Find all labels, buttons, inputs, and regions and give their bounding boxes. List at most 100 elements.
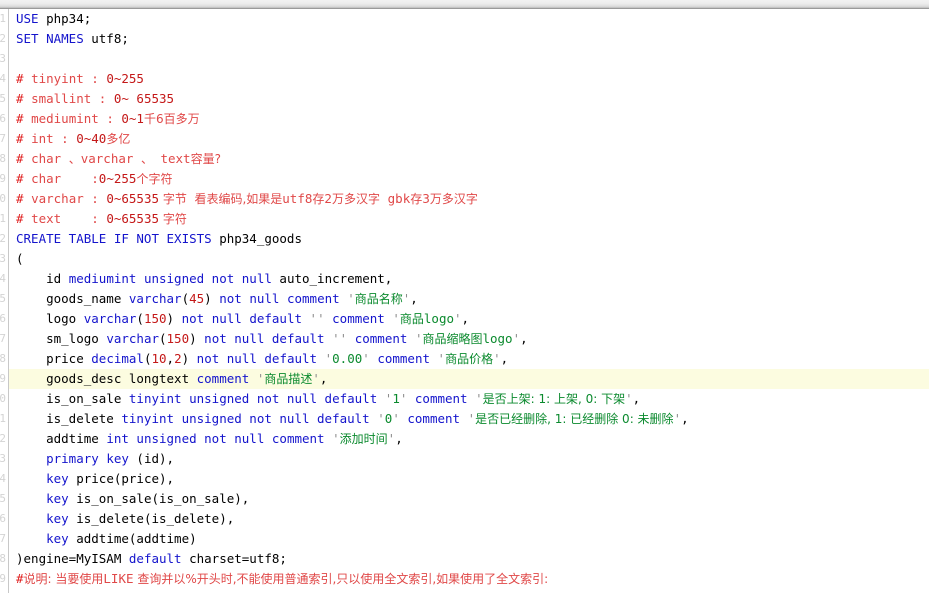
token-kw: comment: [407, 411, 461, 426]
code-line[interactable]: id mediumint unsigned not null auto_incr…: [0, 269, 929, 289]
code-line[interactable]: is_on_sale tinyint unsigned not null def…: [0, 389, 929, 409]
code-line[interactable]: key price(price),: [0, 469, 929, 489]
token-plain: php34_goods: [121, 591, 219, 593]
code-line[interactable]: goods_name varchar(45) not null comment …: [0, 289, 929, 309]
code-line[interactable]: # varchar : 0~65535 字节 看表编码,如果是utf8存2万多汉…: [0, 189, 929, 209]
code-line[interactable]: goods_desc longtext comment '商品描述',: [0, 369, 929, 389]
token-hash: #: [16, 571, 24, 586]
code-line[interactable]: CREATE TABLE IF NOT EXISTS php34_goods: [0, 229, 929, 249]
token-kw: USE: [16, 11, 39, 26]
token-cn: 个字符: [136, 172, 173, 186]
code-line[interactable]: # text : 0~65535 字符: [0, 209, 929, 229]
token-strcn: 商品描述: [264, 372, 313, 386]
code-line[interactable]: logo varchar(150) not null default '' co…: [0, 309, 929, 329]
line-number: 15: [0, 292, 6, 305]
token-q: ': [437, 351, 446, 366]
code-line[interactable]: addtime int unsigned not null comment '添…: [0, 429, 929, 449]
token-num: 10: [151, 351, 167, 366]
token-plain: ): [204, 291, 220, 306]
code-line[interactable]: # char 、varchar 、 text容量?: [0, 149, 929, 169]
code-line[interactable]: key is_on_sale(is_on_sale),: [0, 489, 929, 509]
code-line[interactable]: # char :0~255个字符: [0, 169, 929, 189]
token-plain: php34;: [38, 11, 92, 26]
token-plain: sm_logo: [16, 331, 107, 346]
token-plain: price: [16, 351, 92, 366]
token-q: ': [512, 331, 521, 346]
token-q: ': [392, 411, 400, 426]
token-hash: #: [16, 591, 24, 593]
token-kw: primary key: [46, 451, 129, 466]
line-number: 8: [0, 152, 6, 165]
token-cn: 多亿: [106, 132, 131, 146]
code-line[interactable]: key addtime(addtime): [0, 529, 929, 549]
code-line[interactable]: USE php34;: [0, 9, 929, 29]
token-plain: ,: [395, 431, 403, 446]
token-kw: key: [46, 531, 69, 546]
token-strcn: 商品: [399, 312, 424, 326]
code-line[interactable]: sm_logo varchar(150) not null default ''…: [0, 329, 929, 349]
code-line[interactable]: # tinyint : 0~255: [0, 69, 929, 89]
code-line[interactable]: price decimal(10,2) not null default '0.…: [0, 349, 929, 369]
line-number: 11: [0, 212, 6, 225]
token-q: ': [475, 391, 483, 406]
sql-editor-pane[interactable]: 1234567891011121314151617181920212223242…: [0, 9, 929, 593]
code-line[interactable]: #说明: 当要使用LIKE 查询并以%开头时,不能使用普通索引,只以使用全文索引…: [0, 569, 929, 589]
token-cn: 存3万多汉字: [410, 192, 478, 206]
code-line[interactable]: [0, 49, 929, 69]
token-cmt: utf8: [282, 191, 313, 206]
token-plain: utf8;: [83, 31, 129, 46]
token-q: ': [493, 351, 501, 366]
token-kw: SET NAMES: [16, 31, 84, 46]
token-plain: addtime(addtime): [68, 531, 197, 546]
line-number-gutter: 1234567891011121314151617181920212223242…: [0, 9, 9, 593]
token-q: ': [392, 311, 400, 326]
token-strcn: 商品价格: [445, 352, 494, 366]
token-kw: decimal: [91, 351, 144, 366]
token-kw: SELECT: [24, 591, 69, 593]
line-number: 14: [0, 272, 6, 285]
code-line[interactable]: # mediumint : 0~1千6百多万: [0, 109, 929, 129]
token-cn: 千6百多万: [143, 112, 200, 126]
token-kw: not null default: [181, 311, 303, 326]
code-line[interactable]: key is_delete(is_delete),: [0, 509, 929, 529]
token-q: ': [454, 311, 462, 326]
token-num: 0~65535: [106, 211, 160, 226]
token-plain: (: [16, 251, 24, 266]
token-kw: default: [128, 551, 182, 566]
token-kw: comment: [286, 291, 340, 306]
editor-toolbar[interactable]: [0, 0, 929, 9]
code-line[interactable]: primary key (id),: [0, 449, 929, 469]
code-line[interactable]: (: [0, 249, 929, 269]
token-plain: is_on_sale(is_on_sale),: [68, 491, 250, 506]
token-kw: CREATE TABLE IF NOT EXISTS: [16, 231, 212, 246]
token-cn: 说明: 当要使用: [23, 572, 104, 586]
token-kw: key: [46, 491, 69, 506]
code-line[interactable]: )engine=MyISAM default charset=utf8;: [0, 549, 929, 569]
token-kw: comment: [377, 351, 431, 366]
line-number: 1: [0, 12, 6, 25]
code-line[interactable]: # int : 0~40多亿: [0, 129, 929, 149]
code-line[interactable]: # smallint : 0~ 65535: [0, 89, 929, 109]
line-number: 10: [0, 192, 6, 205]
token-plain: addtime: [16, 431, 107, 446]
token-cmt: gbk: [387, 191, 411, 206]
code-content-area[interactable]: USE php34; SET NAMES utf8; # tinyint : 0~…: [0, 9, 929, 593]
token-plain: goods_name: [302, 591, 392, 593]
token-q: '': [309, 311, 325, 326]
token-plain: logo: [16, 311, 84, 326]
line-number: 12: [0, 232, 6, 245]
code-line[interactable]: is_delete tinyint unsigned not null defa…: [0, 409, 929, 429]
token-hash: #: [16, 91, 32, 106]
token-str: xxxx: [460, 591, 490, 593]
token-plain: (: [181, 291, 190, 306]
token-hash: #: [16, 211, 32, 226]
code-line[interactable]: #SELECT * FROM php34_goods WHERE MATCH g…: [0, 589, 929, 593]
code-line[interactable]: SET NAMES utf8;: [0, 29, 929, 49]
token-kw: not null default: [204, 331, 325, 346]
